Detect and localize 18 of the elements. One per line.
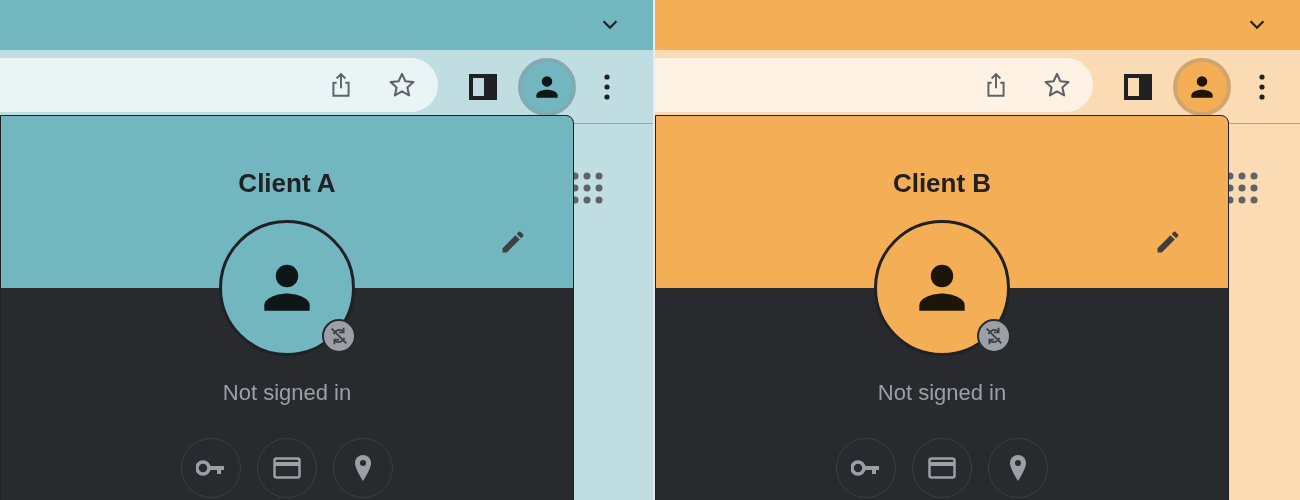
more-menu-icon[interactable] (604, 73, 610, 100)
profile-button[interactable] (1173, 57, 1231, 116)
sign-in-status: Not signed in (877, 380, 1007, 406)
profile-name: Client A (238, 168, 336, 200)
location-pin-icon (353, 454, 373, 482)
side-panel-icon[interactable] (1124, 73, 1152, 100)
sign-in-status: Not signed in (222, 380, 352, 406)
profile-name: Client B (892, 168, 992, 200)
location-pin-icon (1008, 454, 1028, 482)
key-icon (851, 460, 881, 476)
more-menu-icon[interactable] (1259, 73, 1265, 100)
credit-card-icon (928, 457, 956, 479)
profile-button[interactable] (518, 57, 576, 116)
star-icon[interactable] (388, 70, 416, 99)
star-icon[interactable] (1043, 70, 1071, 99)
side-panel-icon[interactable] (469, 73, 497, 100)
credit-card-icon (273, 457, 301, 479)
key-icon (196, 460, 226, 476)
